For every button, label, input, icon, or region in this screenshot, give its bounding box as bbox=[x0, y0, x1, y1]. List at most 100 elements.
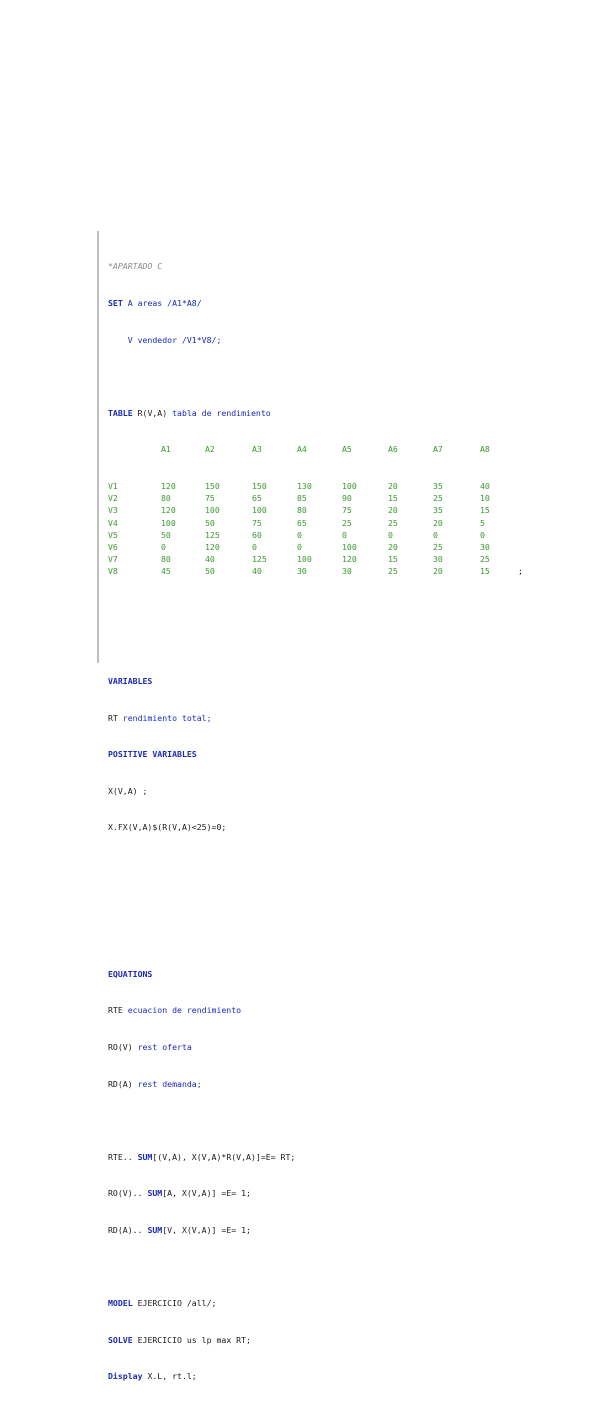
table-cell: 30 bbox=[433, 554, 443, 565]
eq-rd: RD(A) bbox=[108, 1078, 138, 1089]
table-row-label: V4 bbox=[108, 517, 118, 528]
table-cell: 25 bbox=[433, 541, 443, 552]
table-cell: 15 bbox=[388, 493, 398, 504]
table-cell: 130 bbox=[297, 480, 312, 491]
table-cell: 150 bbox=[205, 480, 220, 491]
table-cell: 120 bbox=[205, 541, 220, 552]
code-line: RT rendimiento total; bbox=[108, 712, 295, 724]
table-cell: 30 bbox=[297, 566, 307, 577]
table-cell: 65 bbox=[297, 517, 307, 528]
table-row-label: V8 bbox=[108, 566, 118, 577]
table-cell: 90 bbox=[342, 493, 352, 504]
code-line: RO(V).. SUM[A, X(V,A)] =E= 1; bbox=[108, 1187, 295, 1199]
solve-rest: EJERCICIO us lp max RT; bbox=[132, 1334, 251, 1345]
table-cell: 120 bbox=[161, 505, 176, 516]
table-row-label: V1 bbox=[108, 480, 118, 491]
keyword-positive-variables: POSITIVE VARIABLES bbox=[108, 749, 197, 760]
code-line: RO(V) rest oferta bbox=[108, 1041, 295, 1053]
table-cell: 65 bbox=[252, 493, 262, 504]
table-cell: 40 bbox=[252, 566, 262, 577]
set-vendedor: V vendedor /V1*V8/; bbox=[108, 334, 222, 345]
eq-rte-desc: ecuacion de rendimiento bbox=[127, 1005, 242, 1016]
code-line: MODEL EJERCICIO /all/; bbox=[108, 1297, 295, 1309]
code-line: V vendedor /V1*V8/; bbox=[108, 334, 295, 346]
table-row: V7 80 40 125 100 120 15 30 25 bbox=[108, 553, 490, 565]
table-cell: 5 bbox=[480, 517, 485, 528]
def-rte-body: [(V,A), X(V,A)*R(V,A)]=E= RT; bbox=[152, 1151, 296, 1162]
code-line: TABLE R(V,A) tabla de rendimiento bbox=[108, 407, 295, 419]
eq-rte: RTE bbox=[108, 1005, 128, 1016]
keyword-sum: SUM bbox=[137, 1151, 153, 1162]
table-cell: 35 bbox=[433, 480, 443, 491]
table-cell: 25 bbox=[480, 554, 490, 565]
def-rd-name: RD(A).. bbox=[108, 1224, 148, 1235]
table-cell: 100 bbox=[297, 554, 312, 565]
table-cell: 100 bbox=[205, 505, 220, 516]
code-line: POSITIVE VARIABLES bbox=[108, 748, 295, 760]
set-areas: A areas /A1*A8/ bbox=[122, 298, 202, 308]
table-cell: 25 bbox=[388, 517, 398, 528]
code-line: RD(A).. SUM[V, X(V,A)] =E= 1; bbox=[108, 1224, 295, 1236]
table-cell: 125 bbox=[205, 529, 220, 540]
table-cell: 0 bbox=[342, 529, 347, 540]
table-col-header: A3 bbox=[252, 444, 262, 455]
table-col-header: A7 bbox=[433, 444, 443, 455]
table-cell: 50 bbox=[161, 529, 171, 540]
table-cell: 20 bbox=[388, 541, 398, 552]
keyword-sum: SUM bbox=[147, 1224, 163, 1235]
table-cell: 30 bbox=[342, 566, 352, 577]
table-cell: 120 bbox=[342, 554, 357, 565]
table-row-label: V2 bbox=[108, 493, 118, 504]
code-editor[interactable]: *APARTADO C SET A areas /A1*A8/ V vended… bbox=[97, 231, 523, 1381]
code-line: *APARTADO C bbox=[108, 260, 295, 272]
def-rte-name: RTE.. bbox=[108, 1151, 138, 1162]
table-cell: 35 bbox=[433, 505, 443, 516]
table-cell: 20 bbox=[388, 505, 398, 516]
var-x: X(V,A) ; bbox=[108, 785, 148, 796]
table-cell: 75 bbox=[342, 505, 352, 516]
table-row-label: V3 bbox=[108, 505, 118, 516]
table-cell: 100 bbox=[161, 517, 176, 528]
table-cell: 80 bbox=[161, 554, 171, 565]
def-rd-body: [V, X(V,A)] =E= 1; bbox=[162, 1224, 251, 1235]
code-line: X.FX(V,A)$(R(V,A)<25)=0; bbox=[108, 821, 295, 833]
var-rt-desc: rendimiento total; bbox=[122, 712, 212, 723]
table-col-header: A2 bbox=[205, 444, 215, 455]
table-cell: 25 bbox=[388, 566, 398, 577]
code-line: SET A areas /A1*A8/ bbox=[108, 297, 295, 309]
table-cell: 20 bbox=[433, 517, 443, 528]
keyword-display: Display bbox=[108, 1371, 143, 1382]
table-cell: 40 bbox=[480, 480, 490, 491]
table-body: V1 120 150 150 130 100 20 35 40 V2 80 75 65 85 90 15 25 1… bbox=[108, 480, 523, 578]
table-cell: 85 bbox=[297, 493, 307, 504]
eq-ro-desc: rest oferta bbox=[137, 1042, 192, 1052]
table-terminator: ; bbox=[518, 566, 523, 577]
table-cell: 50 bbox=[205, 566, 215, 577]
table-row: V8 45 50 40 30 30 25 20 15; bbox=[108, 565, 523, 577]
table-row-label: V7 bbox=[108, 554, 118, 565]
table-col-header: A4 bbox=[297, 444, 307, 455]
table-row: V5 50 125 60 0 0 0 0 0 bbox=[108, 529, 485, 541]
code-line: VARIABLES bbox=[108, 675, 295, 687]
table-cell: 150 bbox=[252, 480, 267, 491]
table-cell: 25 bbox=[433, 493, 443, 504]
table-cell: 0 bbox=[480, 529, 485, 540]
table-cell: 60 bbox=[252, 529, 262, 540]
table-col-header: A6 bbox=[388, 444, 398, 455]
table-row: V4 100 50 75 65 25 25 20 5 bbox=[108, 517, 485, 529]
keyword-set: SET bbox=[108, 298, 123, 308]
table-cell: 75 bbox=[205, 493, 215, 504]
def-ro-name: RO(V).. bbox=[108, 1188, 148, 1199]
display-rest: X.L, rt.l; bbox=[142, 1371, 197, 1382]
keyword-table: TABLE bbox=[108, 407, 133, 418]
table-cell: 0 bbox=[433, 529, 438, 540]
table-cell: 15 bbox=[480, 566, 490, 577]
keyword-sum: SUM bbox=[147, 1188, 163, 1199]
table-col-header: A8 bbox=[480, 444, 490, 455]
table-cell: 0 bbox=[297, 541, 302, 552]
